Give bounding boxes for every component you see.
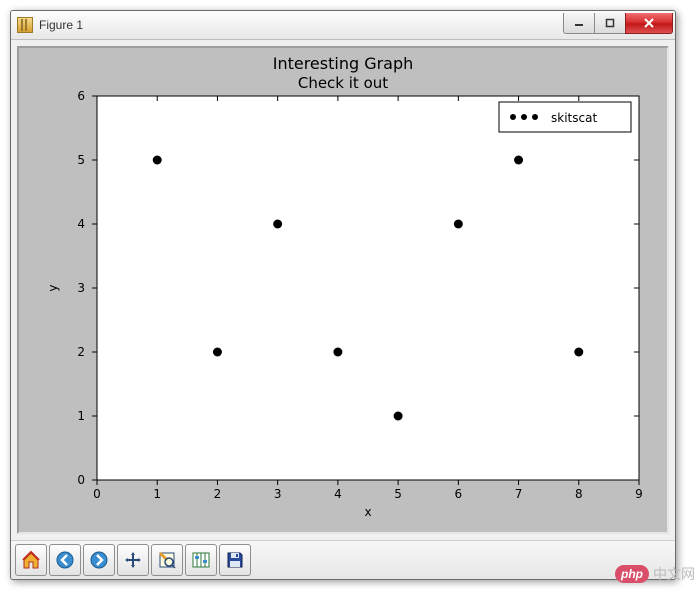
svg-text:2: 2 [214, 487, 222, 501]
pan-icon [123, 550, 143, 570]
figure-window: Figure 1 Interesting Graph Check it out … [10, 10, 676, 580]
svg-text:6: 6 [455, 487, 463, 501]
maximize-button[interactable] [594, 13, 626, 34]
client-area: Interesting Graph Check it out 012345678… [11, 40, 675, 540]
titlebar[interactable]: Figure 1 [11, 11, 675, 40]
configure-button[interactable] [185, 544, 217, 576]
save-icon [225, 550, 245, 570]
legend-label: skitscat [551, 111, 597, 125]
save-button[interactable] [219, 544, 251, 576]
zoom-button[interactable] [151, 544, 183, 576]
home-button[interactable] [15, 544, 47, 576]
minimize-button[interactable] [563, 13, 595, 34]
svg-text:8: 8 [575, 487, 583, 501]
pan-button[interactable] [117, 544, 149, 576]
svg-text:7: 7 [515, 487, 523, 501]
legend: skitscat [499, 102, 631, 132]
forward-button[interactable] [83, 544, 115, 576]
home-icon [21, 550, 41, 570]
svg-text:4: 4 [334, 487, 342, 501]
window-controls [564, 13, 673, 33]
back-button[interactable] [49, 544, 81, 576]
svg-text:1: 1 [77, 409, 85, 423]
svg-text:4: 4 [77, 217, 85, 231]
back-icon [55, 550, 75, 570]
app-icon [17, 17, 33, 33]
svg-text:9: 9 [635, 487, 643, 501]
svg-text:3: 3 [274, 487, 282, 501]
svg-text:5: 5 [77, 153, 85, 167]
nav-toolbar [11, 540, 675, 579]
chart-canvas: 0 1 2 3 4 5 6 7 8 9 0 1 2 3 4 5 6 x y skitscat [19, 48, 663, 528]
svg-text:5: 5 [394, 487, 402, 501]
axes-frame [97, 96, 639, 480]
svg-text:2: 2 [77, 345, 85, 359]
svg-text:0: 0 [93, 487, 101, 501]
close-button[interactable] [625, 13, 673, 34]
svg-text:1: 1 [153, 487, 161, 501]
x-axis-label: x [364, 505, 371, 519]
svg-text:0: 0 [77, 473, 85, 487]
forward-icon [89, 550, 109, 570]
close-icon [643, 17, 655, 29]
maximize-icon [605, 18, 615, 28]
plot-area[interactable]: Interesting Graph Check it out 012345678… [17, 46, 669, 534]
y-axis-label: y [46, 284, 60, 291]
zoom-icon [157, 550, 177, 570]
window-title: Figure 1 [39, 18, 564, 32]
svg-text:6: 6 [77, 89, 85, 103]
configure-icon [191, 550, 211, 570]
minimize-icon [574, 18, 584, 28]
svg-text:3: 3 [77, 281, 85, 295]
